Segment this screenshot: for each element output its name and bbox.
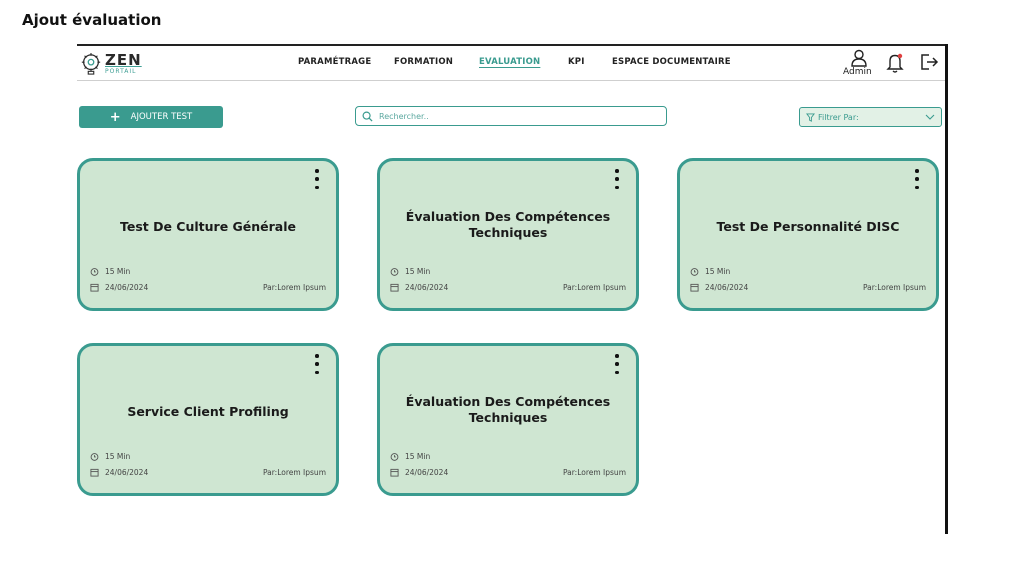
app-logo[interactable]: ZEN PORTAIL: [80, 50, 150, 78]
date-text: 24/06/2024: [105, 283, 149, 292]
duration-text: 15 Min: [405, 452, 431, 461]
notification-bell-icon[interactable]: [886, 52, 904, 74]
calendar-icon: [90, 468, 99, 477]
logo-text: ZEN: [105, 51, 142, 69]
card-duration: 15 Min: [390, 452, 430, 461]
plus-icon: +: [109, 109, 121, 125]
clock-icon: [390, 453, 399, 461]
header-divider: [77, 80, 945, 81]
logo-subtitle: PORTAIL: [105, 68, 137, 75]
duration-text: 15 Min: [405, 267, 431, 276]
test-card[interactable]: Évaluation Des Compétences Techniques 15…: [377, 343, 639, 496]
search-bar[interactable]: [355, 106, 667, 126]
search-icon: [362, 111, 373, 122]
card-author: Par:Lorem Ipsum: [262, 468, 326, 477]
nav-item-espace-documentaire[interactable]: ESPACE DOCUMENTAIRE: [612, 57, 731, 67]
card-date: 24/06/2024: [90, 283, 148, 292]
calendar-icon: [690, 283, 699, 292]
user-label: Admin: [843, 67, 872, 77]
filter-funnel-icon: [806, 112, 815, 122]
clock-icon: [390, 268, 399, 276]
filter-label: Filtrer Par:: [818, 112, 859, 122]
more-options-icon[interactable]: [614, 354, 620, 374]
card-date: 24/06/2024: [390, 283, 448, 292]
more-options-icon[interactable]: [314, 354, 320, 374]
test-card[interactable]: Test De Culture Générale 15 Min 24/06/20…: [77, 158, 339, 311]
card-author: Par:Lorem Ipsum: [562, 468, 626, 477]
page-heading: Ajout évaluation: [22, 11, 162, 29]
card-title: Évaluation Des Compétences Techniques: [405, 394, 611, 425]
card-date: 24/06/2024: [90, 468, 148, 477]
card-title: Service Client Profiling: [127, 404, 289, 419]
duration-text: 15 Min: [105, 267, 131, 276]
card-title: Test De Personnalité DISC: [716, 219, 900, 234]
clock-icon: [90, 268, 99, 276]
duration-text: 15 Min: [105, 452, 131, 461]
card-author: Par:Lorem Ipsum: [862, 283, 926, 292]
more-options-icon[interactable]: [914, 169, 920, 189]
filter-dropdown[interactable]: Filtrer Par:: [799, 107, 942, 127]
date-text: 24/06/2024: [105, 468, 149, 477]
calendar-icon: [90, 283, 99, 292]
date-text: 24/06/2024: [405, 283, 449, 292]
duration-text: 15 Min: [705, 267, 731, 276]
card-date: 24/06/2024: [390, 468, 448, 477]
date-text: 24/06/2024: [405, 468, 449, 477]
card-author: Par:Lorem Ipsum: [262, 283, 326, 292]
test-card[interactable]: Test De Personnalité DISC 15 Min 24/06/2…: [677, 158, 939, 311]
nav-item-evaluation[interactable]: EVALUATION: [479, 57, 540, 67]
chevron-down-icon: [925, 114, 935, 120]
frame-right-border: [945, 44, 948, 534]
card-duration: 15 Min: [90, 452, 130, 461]
clock-icon: [90, 453, 99, 461]
card-title: Évaluation Des Compétences Techniques: [405, 209, 611, 240]
test-card[interactable]: Évaluation Des Compétences Techniques 15…: [377, 158, 639, 311]
card-duration: 15 Min: [90, 267, 130, 276]
nav-item-parametrage[interactable]: PARAMÉTRAGE: [298, 57, 371, 67]
user-icon: [851, 49, 867, 67]
date-text: 24/06/2024: [705, 283, 749, 292]
nav-item-formation[interactable]: FORMATION: [394, 57, 453, 67]
card-duration: 15 Min: [690, 267, 730, 276]
test-card[interactable]: Service Client Profiling 15 Min 24/06/20…: [77, 343, 339, 496]
lightbulb-gear-icon: [81, 53, 101, 75]
calendar-icon: [390, 468, 399, 477]
card-duration: 15 Min: [390, 267, 430, 276]
calendar-icon: [390, 283, 399, 292]
add-test-label: AJOUTER TEST: [130, 112, 193, 122]
nav-item-kpi[interactable]: KPI: [568, 57, 585, 67]
logout-icon[interactable]: [919, 52, 939, 72]
card-author: Par:Lorem Ipsum: [562, 283, 626, 292]
card-title: Test De Culture Générale: [119, 219, 297, 234]
user-menu[interactable]: Admin: [841, 49, 877, 79]
add-test-button[interactable]: + AJOUTER TEST: [79, 106, 223, 128]
card-date: 24/06/2024: [690, 283, 748, 292]
more-options-icon[interactable]: [314, 169, 320, 189]
frame-top-border: [77, 44, 946, 46]
more-options-icon[interactable]: [614, 169, 620, 189]
clock-icon: [690, 268, 699, 276]
search-input[interactable]: [379, 111, 659, 121]
